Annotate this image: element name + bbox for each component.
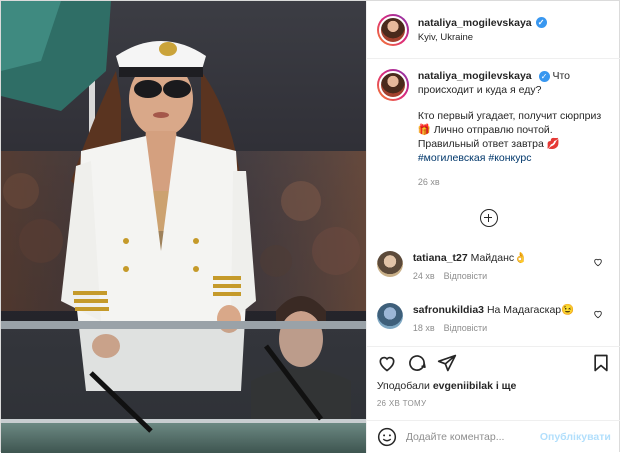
commenter-avatar[interactable] <box>376 251 403 277</box>
post-actions: Уподобали evgeniibilak і ще 26 ХВ ТОМУ <box>366 346 620 408</box>
header-text: nataliya_mogilevskaya ✓ Kyiv, Ukraine <box>418 17 547 43</box>
commenter-avatar[interactable] <box>376 303 403 329</box>
share-send-icon[interactable] <box>437 353 457 373</box>
post-comment-button[interactable]: Опублікувати <box>540 431 611 443</box>
add-comment-bar: Опублікувати <box>366 420 620 453</box>
verified-badge-icon: ✓ <box>535 17 547 28</box>
caption-username[interactable]: nataliya_mogilevskaya <box>418 70 532 82</box>
heart-icon[interactable] <box>593 257 603 267</box>
plus-circle-icon[interactable] <box>479 209 498 227</box>
instagram-post: nataliya_mogilevskaya ✓ Kyiv, Ukraine na… <box>0 0 620 453</box>
post-photo-illustration <box>1 1 366 453</box>
author-avatar[interactable] <box>376 13 409 46</box>
comment-input[interactable] <box>405 431 534 443</box>
caption-time: 26 хв <box>417 177 440 187</box>
post-photo[interactable] <box>1 1 366 453</box>
heart-icon[interactable] <box>593 309 603 319</box>
emoji-icon[interactable] <box>377 427 397 447</box>
post-date: 26 ХВ ТОМУ <box>376 399 427 408</box>
like-heart-icon[interactable] <box>377 353 397 373</box>
author-username-text[interactable]: nataliya_mogilevskaya <box>418 17 532 29</box>
author-username[interactable]: nataliya_mogilevskaya ✓ <box>418 17 547 29</box>
caption-hashtags[interactable]: #могилевская #конкурс <box>418 152 532 164</box>
comment-text: На Мадагаскар😉 <box>486 304 575 316</box>
comment-text: Майданс👌 <box>470 252 528 264</box>
caption-text-line2: Кто первый угадает, получит сюрприз 🎁 Ли… <box>417 110 602 150</box>
comment-item: tatiana_t27 Майданс👌 24 хв Відповісти <box>376 251 613 281</box>
likes-suffix[interactable]: і ще <box>496 380 517 392</box>
post-location[interactable]: Kyiv, Ukraine <box>418 32 547 43</box>
comment-item: safronukildia3 На Мадагаскар😉 18 хв Відп… <box>376 303 613 333</box>
post-side-panel: nataliya_mogilevskaya ✓ Kyiv, Ukraine na… <box>365 1 620 453</box>
bookmark-icon[interactable] <box>591 353 611 373</box>
post-header: nataliya_mogilevskaya ✓ Kyiv, Ukraine <box>366 1 620 59</box>
reply-button[interactable]: Відповісти <box>444 323 488 333</box>
post-caption: nataliya_mogilevskaya ✓ Что происходит и… <box>376 69 613 189</box>
comment-username[interactable]: safronukildia3 <box>413 304 484 316</box>
reply-button[interactable]: Відповісти <box>444 271 488 281</box>
likes-prefix: Уподобали <box>376 380 430 392</box>
comment-username[interactable]: tatiana_t27 <box>413 252 468 264</box>
caption-avatar[interactable] <box>376 69 409 101</box>
comment-time: 24 хв <box>412 271 435 281</box>
verified-badge-icon: ✓ <box>538 71 550 82</box>
likes-user[interactable]: evgeniibilak <box>433 380 493 392</box>
comment-bubble-icon[interactable] <box>407 353 427 373</box>
comment-time: 18 хв <box>412 323 435 333</box>
likes-summary[interactable]: Уподобали evgeniibilak і ще <box>377 380 517 392</box>
